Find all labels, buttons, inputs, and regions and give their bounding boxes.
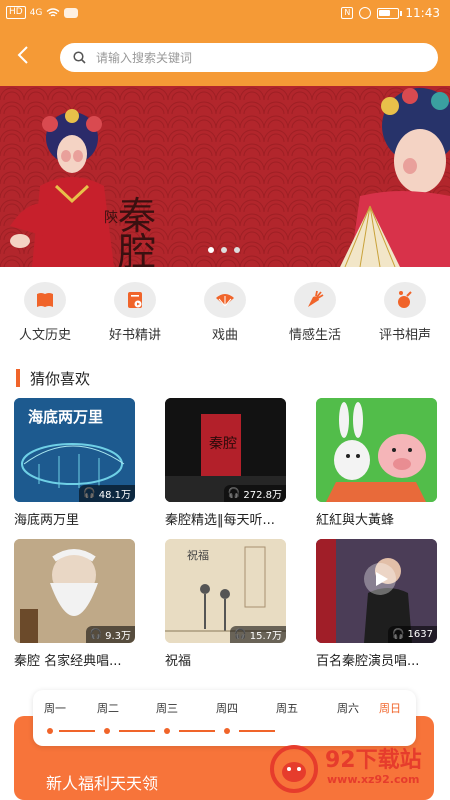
section-header: 猜你喜欢: [16, 367, 90, 389]
album-cover: 海底两万里 🎧 48.1万: [14, 398, 135, 502]
search-icon: [73, 51, 86, 64]
weekday-tab-active[interactable]: 周日: [379, 700, 401, 716]
album-card[interactable]: 海底两万里 🎧 48.1万 海底两万里: [14, 398, 135, 528]
album-card[interactable]: 🎧 1637 百名秦腔演员唱...: [316, 539, 437, 669]
category-opera[interactable]: 戏曲: [180, 276, 270, 346]
watermark-url: www.xz92.com: [327, 773, 420, 786]
album-title: 祝福: [165, 654, 192, 669]
weekday-tab[interactable]: 周一: [44, 700, 66, 716]
nfc-icon: N: [341, 7, 354, 19]
app-notification-icon: [64, 7, 79, 18]
category-humanities[interactable]: 人文历史: [0, 276, 90, 346]
section-title: 猜你喜欢: [30, 369, 91, 388]
book-icon: [24, 282, 66, 318]
album-title: 百名秦腔演员唱...: [316, 654, 420, 669]
category-storytelling[interactable]: 评书相声: [360, 276, 450, 346]
album-card[interactable]: 紅紅與大黃蜂: [316, 398, 437, 528]
header: HD 4G N 11:43: [0, 0, 450, 86]
album-card[interactable]: 祝福 🎧 15.7万 祝福: [165, 539, 286, 669]
carousel-dot[interactable]: [221, 247, 227, 253]
fruit-icon: [384, 282, 426, 318]
album-title: 秦腔 名家经典唱...: [14, 654, 122, 669]
weekday-selector: 周一 周二 周三 周四 周五 周六 周日: [33, 690, 416, 746]
cover-title: 海底两万里: [28, 408, 103, 426]
watermark-logo-icon: [270, 745, 318, 793]
carousel-indicator: [208, 247, 240, 253]
promo-text: 新人福利天天领: [46, 774, 159, 793]
headphones-icon: 🎧: [227, 488, 241, 499]
back-arrow-icon[interactable]: [14, 44, 32, 66]
opera-performer-right: [340, 88, 450, 267]
radish-icon: [294, 282, 336, 318]
calligraphy-large: 秦腔: [118, 194, 157, 267]
section-accent-bar: [16, 369, 20, 387]
play-count: 9.3万: [105, 631, 131, 642]
cover-art: [316, 398, 437, 502]
category-label: 好书精讲: [108, 328, 161, 343]
week-timeline: [47, 728, 275, 734]
book-play-icon: [114, 282, 156, 318]
play-count: 272.8万: [243, 490, 282, 501]
cover-title: 祝福: [187, 548, 209, 562]
weekday-tab[interactable]: 周三: [156, 700, 178, 716]
album-cover: 🎧 1637: [316, 539, 437, 643]
app-screen: HD 4G N 11:43 请输入搜索关键词 陝秦腔 人文历史 好书精讲 戏曲 …: [0, 0, 450, 800]
album-title: 秦腔精选‖每天听...: [165, 513, 275, 528]
clock: 11:43: [405, 6, 440, 20]
carousel-dot[interactable]: [234, 247, 240, 253]
play-count: 15.7万: [249, 631, 282, 642]
cover-title: 秦腔: [209, 436, 237, 452]
album-cover: 秦腔 🎧 272.8万: [165, 398, 286, 502]
banner-calligraphy: 陝秦腔: [104, 194, 174, 267]
calligraphy-small: 陝: [104, 210, 118, 226]
weekday-tab[interactable]: 周四: [216, 700, 238, 716]
site-watermark: 92下载站 www.xz92.com: [263, 740, 450, 800]
album-cover: 🎧 9.3万: [14, 539, 135, 643]
status-bar: HD 4G N 11:43: [0, 0, 450, 30]
album-title: 紅紅與大黃蜂: [316, 513, 395, 528]
battery-icon: [377, 7, 403, 19]
weekday-tab[interactable]: 周六: [337, 700, 359, 716]
category-bar: 人文历史 好书精讲 戏曲 情感生活 评书相声: [0, 276, 450, 346]
headphones-icon: 🎧: [234, 629, 247, 640]
play-count-badge: 🎧 15.7万: [230, 626, 286, 643]
headphones-icon: 🎧: [83, 488, 96, 499]
category-label: 人文历史: [18, 328, 71, 343]
category-emotional-life[interactable]: 情感生活: [270, 276, 360, 346]
search-input[interactable]: [96, 43, 426, 72]
wifi-icon: [46, 7, 60, 16]
fan-icon: [204, 282, 246, 318]
signal-label: 4G: [29, 7, 43, 18]
category-label: 评书相声: [378, 328, 431, 343]
hd-indicator: HD: [6, 6, 26, 19]
play-count-badge: 🎧 272.8万: [223, 485, 286, 502]
album-cover: [316, 398, 437, 502]
album-cover: 祝福 🎧 15.7万: [165, 539, 286, 643]
category-good-books[interactable]: 好书精讲: [90, 276, 180, 346]
carousel-dot[interactable]: [208, 247, 214, 253]
watermark-brand: 92下载站: [325, 748, 422, 773]
alarm-icon: [359, 7, 372, 19]
search-bar[interactable]: [60, 43, 438, 72]
play-count: 1637: [407, 629, 433, 640]
weekday-tab[interactable]: 周二: [97, 700, 119, 716]
weekday-tab[interactable]: 周五: [276, 700, 298, 716]
album-title: 海底两万里: [14, 513, 80, 528]
album-card[interactable]: 秦腔 🎧 272.8万 秦腔精选‖每天听...: [165, 398, 286, 528]
play-count-badge: 🎧 9.3万: [85, 626, 135, 643]
category-label: 情感生活: [288, 328, 341, 343]
headphones-icon: 🎧: [89, 629, 103, 640]
play-count-badge: 🎧 48.1万: [79, 485, 135, 502]
headphones-icon: 🎧: [392, 629, 405, 640]
play-count: 48.1万: [98, 490, 131, 501]
banner-carousel[interactable]: 陝秦腔: [0, 86, 450, 267]
play-count-badge: 🎧 1637: [388, 626, 437, 643]
album-card[interactable]: 🎧 9.3万 秦腔 名家经典唱...: [14, 539, 135, 669]
category-label: 戏曲: [211, 328, 238, 343]
